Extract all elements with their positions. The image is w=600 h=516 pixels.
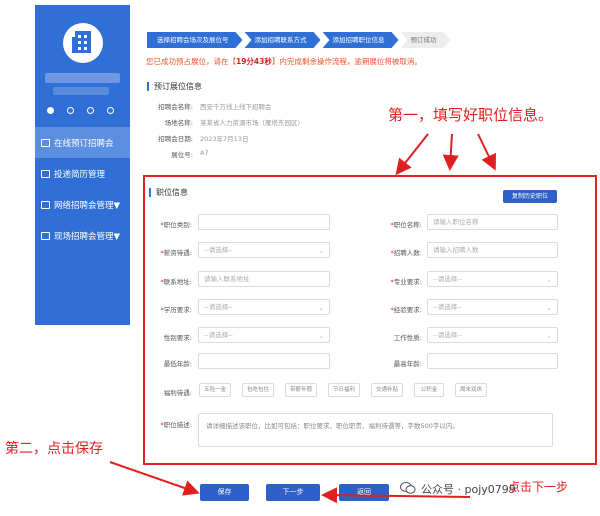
annotation-step-three: 点击下一步 [508, 480, 569, 494]
annotation-step-one: 第一，填写好职位信息。 [388, 106, 554, 124]
annotation-step-two: 第二，点击保存 [5, 441, 103, 457]
watermark-text: 公众号 · pojy0799 [421, 483, 516, 496]
wechat-icon [400, 482, 416, 494]
